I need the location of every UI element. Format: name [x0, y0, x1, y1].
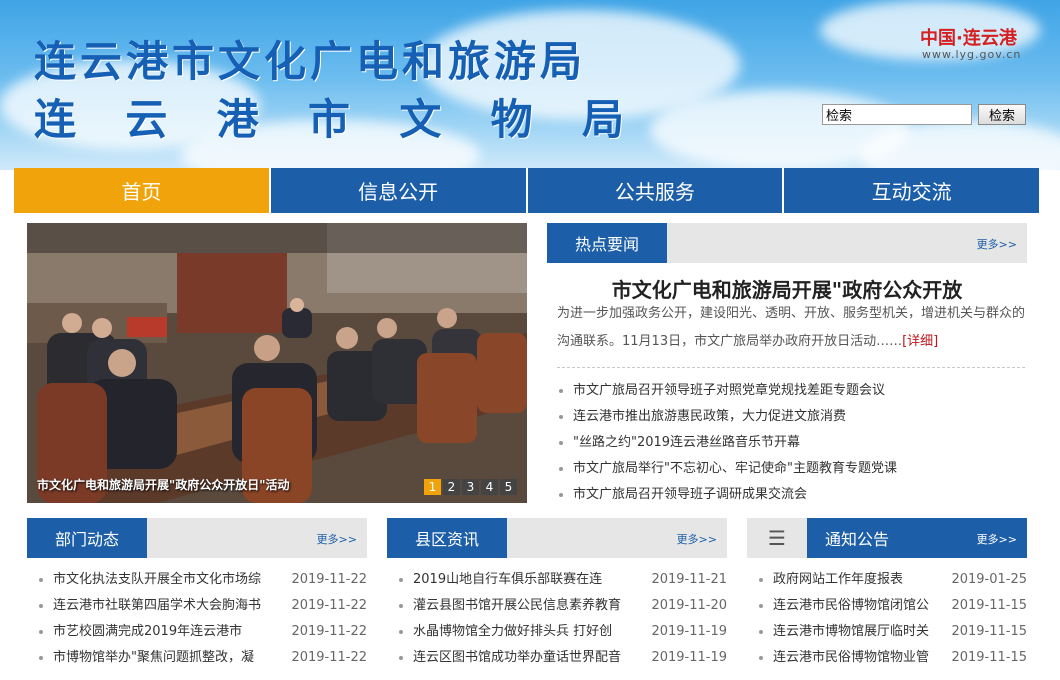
- hot-news-list: 市文广旅局召开领导班子对照党章党规找差距专题会议 连云港市推出旅游惠民政策，大力…: [557, 378, 1025, 508]
- dept-news-more-link[interactable]: 更多>>: [317, 531, 357, 547]
- lyg-url-text: www.lyg.gov.cn: [922, 48, 1022, 61]
- slider-caption[interactable]: 市文化广电和旅游局开展"政府公众开放日"活动: [37, 476, 290, 493]
- site-title-line1: 连云港市文化广电和旅游局: [34, 37, 587, 86]
- slider-pagination: 1 2 3 4 5: [424, 479, 517, 495]
- hot-news-divider: [557, 367, 1025, 368]
- county-news-more-link[interactable]: 更多>>: [677, 531, 717, 547]
- hot-news-headline[interactable]: 市文化广电和旅游局开展"政府公众开放: [547, 274, 1027, 303]
- list-item[interactable]: 市艺校圆满完成2019年连云港市 2019-11-22: [37, 619, 367, 645]
- nav-interaction[interactable]: 互动交流: [784, 168, 1039, 213]
- dept-news-title: 部门动态: [27, 518, 147, 558]
- list-item[interactable]: 连云港市推出旅游惠民政策，大力促进文旅消费: [557, 404, 1025, 430]
- slider-page-3[interactable]: 3: [462, 479, 479, 495]
- news-slider[interactable]: 市文化广电和旅游局开展"政府公众开放日"活动 1 2 3 4 5: [27, 223, 527, 503]
- hot-news-more-link[interactable]: 更多>>: [977, 236, 1017, 252]
- slider-page-4[interactable]: 4: [481, 479, 498, 495]
- notice-more-link[interactable]: 更多>>: [977, 531, 1017, 547]
- slider-page-1[interactable]: 1: [424, 479, 441, 495]
- list-item[interactable]: 市博物馆举办"聚焦问题抓整改，凝 2019-11-22: [37, 645, 367, 671]
- nav-public-service[interactable]: 公共服务: [527, 168, 785, 213]
- dept-news-header: 部门动态 更多>>: [27, 518, 367, 558]
- site-title-line2: 连云港市文物局: [34, 95, 624, 144]
- hot-news-summary: 为进一步加强政务公开，建设阳光、透明、开放、服务型机关，增进机关与群众的沟通联系…: [557, 300, 1025, 356]
- county-news-title: 县区资讯: [387, 518, 507, 558]
- nav-info-open[interactable]: 信息公开: [270, 168, 528, 213]
- hot-news-summary-text: 为进一步加强政务公开，建设阳光、透明、开放、服务型机关，增进机关与群众的沟通联系…: [557, 306, 1026, 349]
- hot-news-title: 热点要闻: [547, 223, 667, 263]
- meeting-photo: [27, 223, 527, 503]
- notice-header: 通知公告 更多>>: [807, 518, 1027, 558]
- nav-home[interactable]: 首页: [14, 168, 271, 213]
- caption-overlay: [27, 223, 527, 253]
- header-banner: 连云港市文化广电和旅游局 连云港市文物局 中国·连云港 www.lyg.gov.…: [0, 0, 1060, 170]
- county-news-list: 2019山地自行车俱乐部联赛在连 2019-11-21 灌云县图书馆开展公民信息素…: [397, 567, 727, 671]
- dept-news-list: 市文化执法支队开展全市文化市场综 2019-11-22 连云港市社联第四届学术大会…: [37, 567, 367, 671]
- main-nav: 首页 信息公开 公共服务 互动交流: [14, 168, 1039, 213]
- list-item[interactable]: "丝路之约"2019连云港丝路音乐节开幕: [557, 430, 1025, 456]
- list-item[interactable]: 政府网站工作年度报表 2019-01-25: [757, 567, 1027, 593]
- list-item[interactable]: 市文广旅局召开领导班子对照党章党规找差距专题会议: [557, 378, 1025, 404]
- slider-page-5[interactable]: 5: [500, 479, 517, 495]
- menu-icon[interactable]: ☰: [747, 518, 807, 558]
- slider-page-2[interactable]: 2: [443, 479, 460, 495]
- list-item[interactable]: 连云港市博物馆展厅临时关 2019-11-15: [757, 619, 1027, 645]
- search-input[interactable]: [822, 104, 972, 125]
- list-item[interactable]: 连云区图书馆成功举办童话世界配音 2019-11-19: [397, 645, 727, 671]
- county-news-header: 县区资讯 更多>>: [387, 518, 727, 558]
- china-lyg-logo[interactable]: 中国·连云港: [920, 24, 1017, 50]
- list-item[interactable]: 连云港市民俗博物馆闭馆公 2019-11-15: [757, 593, 1027, 619]
- list-item[interactable]: 2019山地自行车俱乐部联赛在连 2019-11-21: [397, 567, 727, 593]
- search-button[interactable]: 检索: [978, 104, 1026, 125]
- hot-news-header: 热点要闻 更多>>: [547, 223, 1027, 263]
- list-item[interactable]: 市文化执法支队开展全市文化市场综 2019-11-22: [37, 567, 367, 593]
- notice-title: 通知公告: [807, 518, 907, 558]
- notice-list: 政府网站工作年度报表 2019-01-25 连云港市民俗博物馆闭馆公 2019-11…: [757, 567, 1027, 671]
- list-item[interactable]: 连云港市民俗博物馆物业管 2019-11-15: [757, 645, 1027, 671]
- list-item[interactable]: 市文广旅局举行"不忘初心、牢记使命"主题教育专题党课: [557, 456, 1025, 482]
- hot-news-detail-link[interactable]: [详细]: [902, 334, 938, 349]
- list-item[interactable]: 水晶博物馆全力做好排头兵 打好创 2019-11-19: [397, 619, 727, 645]
- list-item[interactable]: 市文广旅局召开领导班子调研成果交流会: [557, 482, 1025, 508]
- list-item[interactable]: 灌云县图书馆开展公民信息素养教育 2019-11-20: [397, 593, 727, 619]
- list-item[interactable]: 连云港市社联第四届学术大会朐海书 2019-11-22: [37, 593, 367, 619]
